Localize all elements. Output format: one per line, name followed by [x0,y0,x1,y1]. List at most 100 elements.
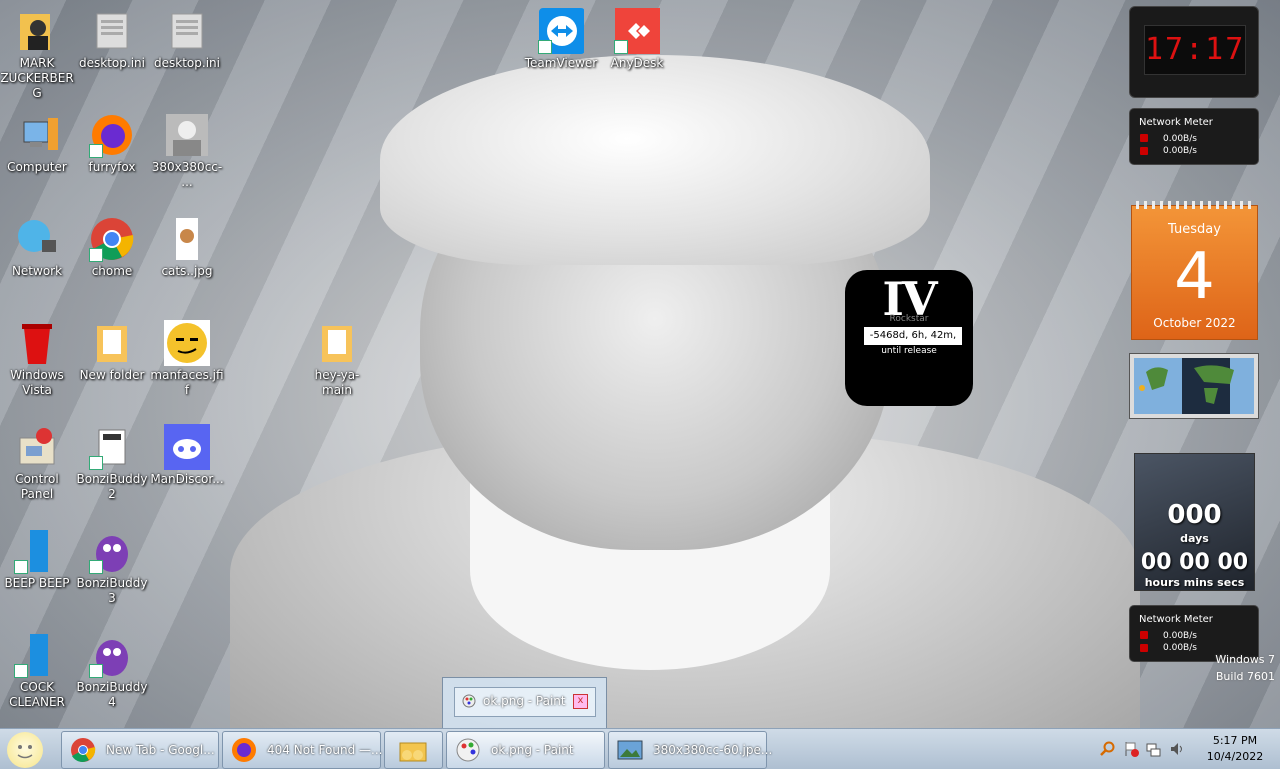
desktop-icon-label: COCK CLEANER [9,680,65,709]
desktop-icon-mandiscord[interactable]: ManDiscor... [150,424,224,487]
folder-icon [89,320,135,366]
calendar-day-number: 4 [1174,240,1215,314]
desktop-icon-bonzibuddy4[interactable]: BonziBuddy4 [75,632,149,710]
desktop-icon-chome[interactable]: chome [75,216,149,279]
desktop-icon-windows-vista[interactable]: Windows Vista [0,320,74,398]
network-meter-gadget-1[interactable]: Network Meter 0.00B/s 0.00B/s [1129,108,1259,165]
wallpaper-cap [380,55,930,265]
upload-led-icon [1140,644,1148,652]
network-status-icon[interactable] [1145,741,1161,757]
desktop-icon-teamviewer[interactable]: TeamViewer [524,8,598,71]
desktop-icon-label: AnyDesk [610,56,664,70]
desktop-icon-computer[interactable]: Computer [0,112,74,175]
discord-icon [164,424,210,470]
desktop-icon-380x380[interactable]: 380x380cc-... [150,112,224,190]
desktop-icon-desktop-ini-1[interactable]: desktop.ini [75,8,149,71]
desktop-icon-label: BonziBuddy2 [76,472,148,501]
taskbar-button-label: ok.png - Paint [491,743,574,757]
network-meter-title: Network Meter [1139,117,1213,128]
calendar-month-year: October 2022 [1153,316,1236,330]
desktop-icon-new-folder[interactable]: New folder [75,320,149,383]
firefox-icon [89,112,135,158]
gta-timer: -5468d, 6h, 42m, 27 [864,327,962,359]
desktop-icon-manfaces[interactable]: manfaces.jfif [150,320,224,398]
taskbar-button-explorer[interactable] [384,731,443,769]
desktop-icon-bonzibuddy2[interactable]: BonziBuddy2 [75,424,149,502]
desktop-icon-label: Control Panel [15,472,59,501]
shortcut-arrow-icon [89,456,103,470]
desktop-icon-label: BonziBuddy3 [76,576,148,605]
gta-brand: Rockstar [889,314,929,324]
shortcut-arrow-icon [89,560,103,574]
thumbnail-window-item[interactable]: ok.png - Paint x [454,687,596,717]
paint-icon [455,737,481,763]
desktop-icon-label: furryfox [88,160,136,174]
countdown-days-value: 000 [1167,500,1222,530]
shortcut-arrow-icon [89,248,103,262]
calendar-weekday: Tuesday [1168,222,1221,237]
taskbar-clock[interactable]: 5:17 PM 10/4/2022 [1193,733,1277,765]
start-button[interactable] [7,732,43,768]
desktop-icon-beep-beep[interactable]: BEEP BEEP [0,528,74,591]
search-icon[interactable] [1099,741,1115,757]
desktop-icon-control-panel[interactable]: Control Panel [0,424,74,502]
shortcut-arrow-icon [538,40,552,54]
face-image-icon [164,320,210,366]
thumbnail-window-label: ok.png - Paint [483,694,566,708]
desktop[interactable]: MARK ZUCKERBERG desktop.ini desktop.ini … [0,0,1280,728]
gta-countdown-gadget[interactable]: IV Rockstar -5468d, 6h, 42m, 27 until re… [845,270,973,406]
clock-gadget[interactable]: 17:17 [1129,6,1259,98]
system-tray [1095,729,1190,769]
desktop-icon-desktop-ini-2[interactable]: desktop.ini [150,8,224,71]
volume-icon[interactable] [1169,741,1185,757]
blue-bar-icon [14,632,60,678]
calendar-gadget[interactable]: Tuesday 4 October 2022 [1131,201,1258,340]
desktop-icon-label: ManDiscor... [150,472,224,486]
calendar-rings [1136,201,1253,209]
taskbar-button-firefox[interactable]: 404 Not Found —... [222,731,383,769]
bonzibuddy-icon [89,528,135,574]
desktop-icon-label: desktop.ini [79,56,145,70]
watermark-line-1: Windows 7 [1215,653,1275,666]
taskbar-thumbnail-popup[interactable]: ok.png - Paint x [442,677,607,728]
action-center-flag-icon[interactable] [1123,741,1139,757]
gta-caption: until release [881,346,937,356]
network-meter-title: Network Meter [1139,614,1213,625]
desktop-icon-cats-jpg[interactable]: cats..jpg [150,216,224,279]
teamviewer-icon [538,8,585,54]
shortcut-arrow-icon [89,144,103,158]
countdown-hms-label: hours mins secs [1144,576,1245,589]
desktop-icon-anydesk[interactable]: AnyDesk [600,8,674,71]
desktop-icon-cock-cleaner[interactable]: COCK CLEANER [0,632,74,710]
world-clock-map-gadget[interactable] [1129,353,1259,419]
taskbar-button-label: 380x380cc-60.jpe... [653,743,773,757]
taskbar-button-chrome[interactable]: New Tab - Googl... [61,731,219,769]
network-meter-up: 0.00B/s [1163,146,1197,156]
windows-build-watermark: Windows 7 Build 7601 [1215,651,1275,685]
network-meter-down: 0.00B/s [1163,134,1197,144]
taskbar-button-photo-viewer[interactable]: 380x380cc-60.jpe... [608,731,772,769]
desktop-icon-hey-ya-main[interactable]: hey-ya-main [300,320,374,398]
taskbar-button-label: 404 Not Found —... [267,743,383,757]
shortcut-arrow-icon [614,40,628,54]
paint-icon [462,694,476,711]
taskbar-button-paint[interactable]: ok.png - Paint [446,731,605,769]
desktop-icon-network[interactable]: Network [0,216,74,279]
cat-image-icon [164,216,210,262]
desktop-icon-mark-zuckerberg[interactable]: MARK ZUCKERBERG [0,8,74,101]
countdown-hms-value: 00 00 00 [1140,550,1249,575]
desktop-icon-label: Windows Vista [10,368,64,397]
download-led-icon [1140,134,1148,142]
desktop-icon-label: desktop.ini [154,56,220,70]
close-icon[interactable]: x [573,694,588,709]
taskbar: New Tab - Googl... 404 Not Found —... ok… [0,728,1280,769]
desktop-icon-furryfox[interactable]: furryfox [75,112,149,175]
upload-led-icon [1140,147,1148,155]
countdown-gadget[interactable]: 000 days 00 00 00 hours mins secs [1134,453,1255,591]
world-map-icon [1134,358,1254,414]
folder-person-icon [14,8,60,54]
recycle-bin-icon [14,320,60,366]
bonzibuddy-icon [89,632,135,678]
desktop-icon-bonzibuddy3[interactable]: BonziBuddy3 [75,528,149,606]
folders-icon [398,737,427,763]
